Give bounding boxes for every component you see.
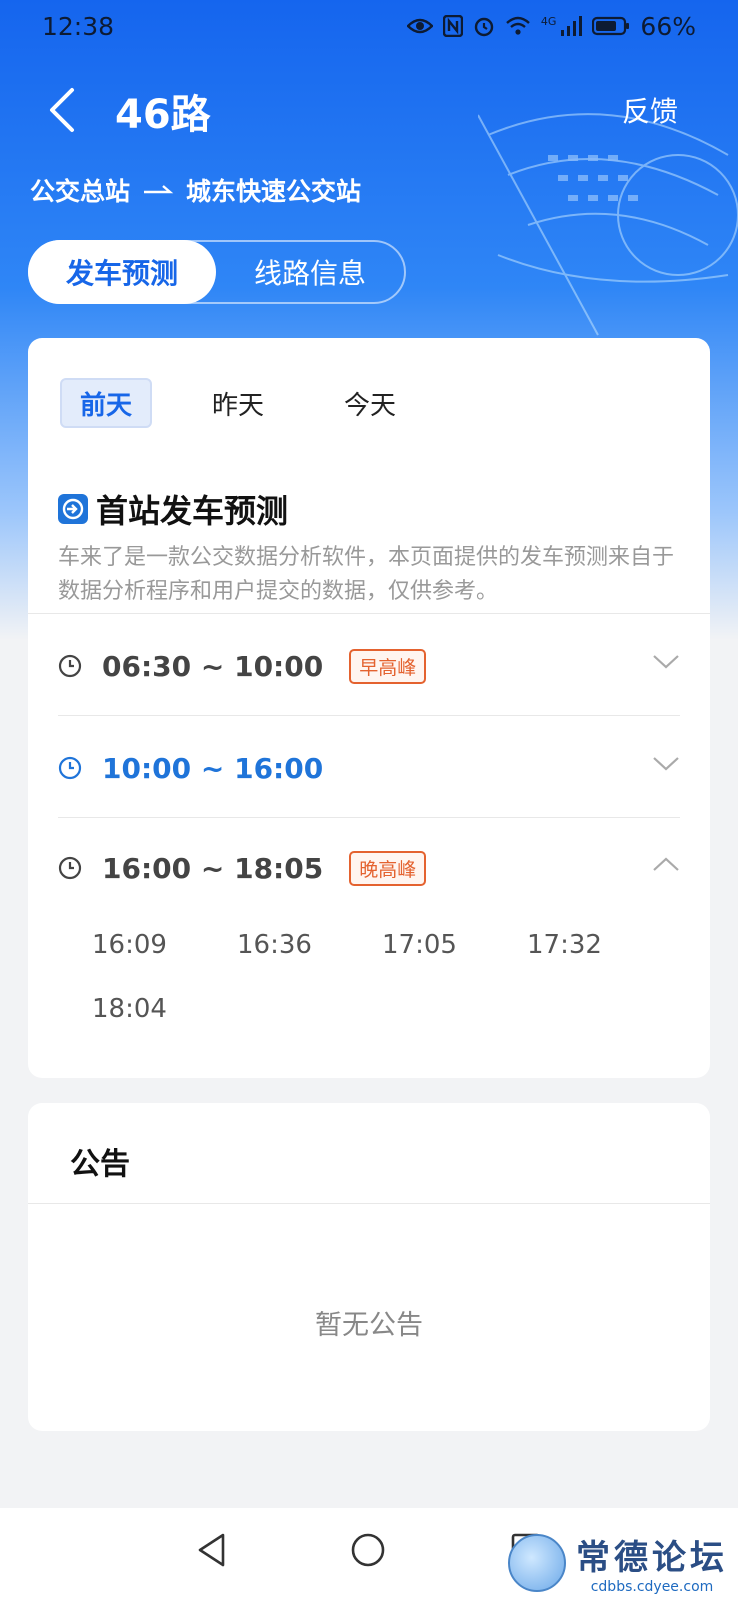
battery-level: 66% [640, 11, 696, 41]
period-time: 10:00 ~ 16:00 [102, 751, 324, 785]
divider [28, 1203, 710, 1204]
departure-time: 16:36 [237, 930, 312, 960]
route-title: 46路 [115, 92, 211, 138]
forum-watermark: 常德论坛 cdbbs.cdyee.com [508, 1530, 728, 1595]
direction-arrow-icon [144, 185, 174, 194]
status-bar: 12:38 4G 66% [0, 0, 738, 52]
clock-icon [58, 756, 82, 780]
chevron-down-icon [653, 757, 679, 771]
notice-empty-text: 暂无公告 [315, 1310, 423, 1341]
departure-times: 16:09 16:36 17:05 17:32 18:04 [92, 930, 672, 1024]
origin-stop: 公交总站 [30, 177, 131, 206]
feedback-button[interactable]: 反馈 [622, 90, 678, 130]
tab-route-info[interactable]: 线路信息 [216, 242, 404, 302]
forecast-title: 首站发车预测 [96, 492, 289, 530]
departure-time: 17:05 [382, 930, 457, 960]
nav-home-icon[interactable] [350, 1532, 386, 1568]
forecast-card: 前天 昨天 今天 首站发车预测 车来了是一款公交数据分析软件，本页面提供的发车预… [28, 338, 710, 1078]
back-arrow-icon[interactable] [40, 84, 84, 136]
period-time: 06:30 ~ 10:00 [102, 649, 324, 683]
route-direction: 公交总站 城东快速公交站 [30, 172, 361, 208]
clock-icon [58, 856, 82, 880]
departure-time: 16:09 [92, 930, 167, 960]
signal-icon [561, 16, 583, 36]
watermark-url: cdbbs.cdyee.com [590, 1579, 714, 1595]
nfc-icon [442, 15, 463, 37]
period-row-morning[interactable]: 06:30 ~ 10:00 早高峰 [58, 636, 680, 696]
forecast-description: 车来了是一款公交数据分析软件，本页面提供的发车预测来自于数据分析程序和用户提交的… [58, 545, 675, 604]
forum-logo-icon [508, 1533, 566, 1592]
departure-time: 17:32 [527, 930, 602, 960]
day-tab-today[interactable]: 今天 [324, 378, 416, 428]
title-bar: 46路 反馈 [0, 78, 738, 142]
day-tabs: 前天 昨天 今天 [60, 378, 416, 428]
divider [28, 613, 710, 614]
bus-app-icon [58, 494, 88, 524]
status-time: 12:38 [42, 11, 115, 41]
chevron-down-icon [653, 655, 679, 669]
alarm-icon [474, 17, 494, 37]
network-type: 4G [540, 14, 557, 28]
nav-back-icon[interactable] [195, 1532, 229, 1568]
forecast-header: 首站发车预测 [58, 486, 288, 532]
day-tab-day-before[interactable]: 前天 [60, 378, 152, 428]
divider [58, 817, 680, 818]
clock-icon [58, 654, 82, 678]
notice-card: 公告 暂无公告 [28, 1103, 710, 1431]
period-time: 16:00 ~ 18:05 [102, 851, 324, 885]
watermark-site-name: 常德论坛 [576, 1538, 728, 1578]
divider [58, 715, 680, 716]
peak-tag: 晚高峰 [349, 850, 427, 886]
wifi-icon [506, 16, 530, 35]
notice-title: 公告 [70, 1147, 130, 1182]
destination-stop: 城东快速公交站 [186, 177, 362, 206]
chevron-up-icon [653, 857, 679, 871]
day-tab-yesterday[interactable]: 昨天 [192, 378, 284, 428]
departure-time: 18:04 [92, 994, 167, 1024]
view-segment-control: 发车预测 线路信息 [28, 240, 406, 304]
tab-departure-forecast[interactable]: 发车预测 [28, 240, 216, 304]
battery-icon [592, 16, 630, 36]
eye-icon [406, 18, 433, 34]
peak-tag: 早高峰 [349, 648, 427, 684]
period-row-midday[interactable]: 10:00 ~ 16:00 [58, 738, 680, 798]
period-row-evening[interactable]: 16:00 ~ 18:05 晚高峰 [58, 838, 680, 898]
